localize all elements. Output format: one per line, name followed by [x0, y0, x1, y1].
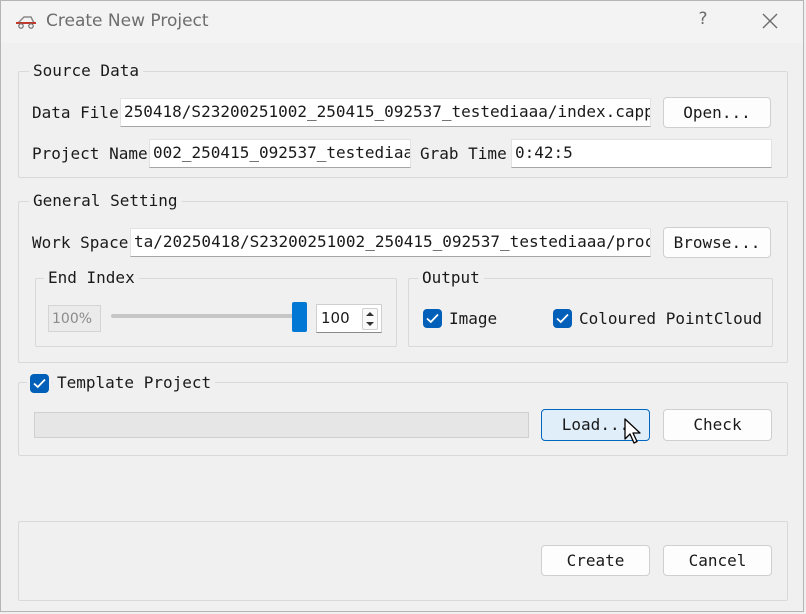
create-button[interactable]: Create [541, 545, 650, 576]
image-label[interactable]: Image [449, 309, 497, 329]
template-project-title[interactable]: Template Project [53, 374, 216, 392]
general-setting-title: General Setting [29, 192, 182, 210]
grab-time-field[interactable]: 0:42:5 [511, 139, 772, 168]
template-progress-bar [34, 412, 529, 438]
pointcloud-label[interactable]: Coloured PointCloud [579, 309, 762, 329]
cancel-button[interactable]: Cancel [663, 545, 772, 576]
app-icon [16, 16, 36, 29]
browse-button[interactable]: Browse... [663, 227, 771, 258]
percent-display: 100% [48, 305, 101, 332]
project-name-label: Project Name [32, 144, 148, 163]
output-title: Output [418, 269, 484, 287]
end-index-value: 100 [321, 309, 350, 327]
source-data-title: Source Data [29, 62, 143, 80]
end-index-slider-handle[interactable] [292, 302, 307, 332]
end-index-title: End Index [44, 269, 139, 287]
pointcloud-checkbox[interactable] [553, 309, 572, 328]
open-button[interactable]: Open... [663, 97, 771, 128]
help-button[interactable]: ? [693, 9, 713, 29]
image-checkbox[interactable] [423, 309, 442, 328]
check-button[interactable]: Check [663, 409, 772, 441]
chevron-up-icon[interactable] [363, 309, 377, 319]
create-project-dialog: Create New Project ? Source Data Data Fi… [0, 0, 804, 612]
data-file-field[interactable]: 250418/S23200251002_250415_092537_tested… [120, 98, 651, 127]
close-icon[interactable] [759, 10, 781, 32]
chevron-down-icon[interactable] [363, 319, 377, 329]
title-bar[interactable]: Create New Project ? [1, 1, 803, 43]
window-title: Create New Project [46, 11, 209, 31]
project-name-field[interactable]: 002_250415_092537_testediaaa [149, 139, 411, 168]
spin-buttons[interactable] [362, 308, 378, 330]
checkmark-icon [556, 313, 569, 324]
end-index-spinbox[interactable]: 100 [316, 304, 382, 333]
checkmark-icon [426, 313, 439, 324]
mouse-cursor-icon [624, 418, 641, 444]
checkmark-icon [33, 378, 46, 389]
template-project-checkbox[interactable] [30, 374, 49, 393]
end-index-slider-track[interactable] [111, 314, 301, 318]
data-file-label: Data File [32, 103, 119, 122]
grab-time-label: Grab Time [420, 144, 507, 163]
work-space-field[interactable]: ta/20250418/S23200251002_250415_092537_t… [130, 228, 651, 257]
work-space-label: Work Space [32, 233, 129, 252]
